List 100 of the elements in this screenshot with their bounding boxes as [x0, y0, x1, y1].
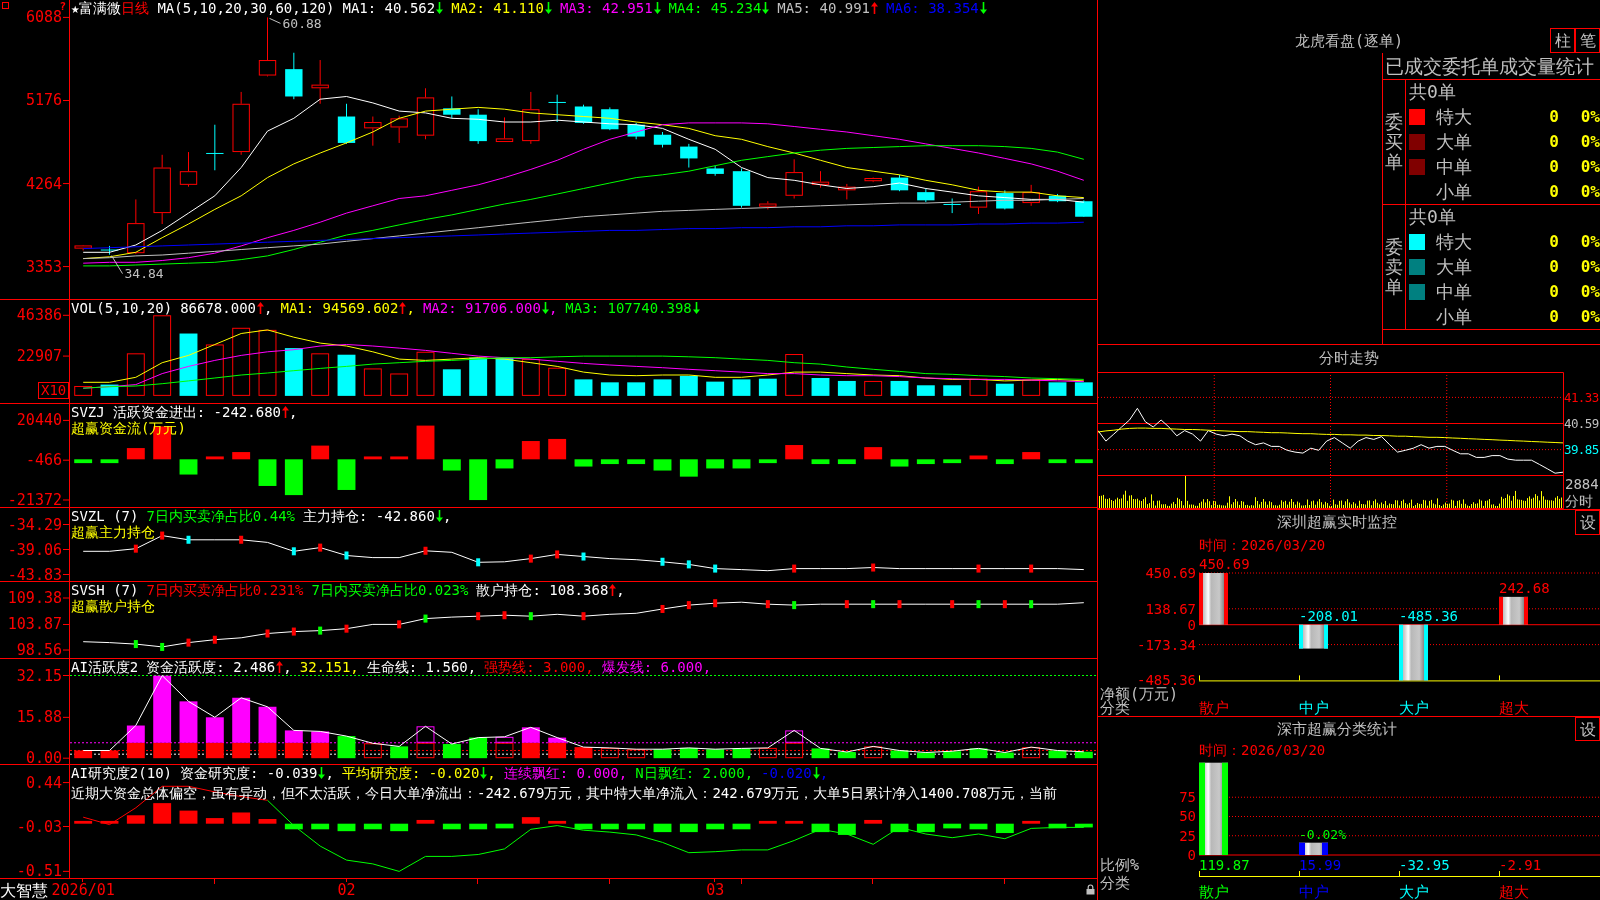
axis-label: 109.38: [7, 589, 62, 607]
legend-text: MA2: 41.110: [451, 0, 544, 16]
axis-label: 0: [1187, 847, 1196, 863]
total-text: 共0单: [1408, 205, 1457, 229]
candlestick: [838, 183, 856, 200]
candlestick: [1075, 199, 1093, 218]
category-label: 大户: [1399, 883, 1429, 900]
square-icon: [2, 2, 9, 9]
separator-text: ,: [487, 765, 496, 781]
legend-text: 散户持仓: 108.368: [476, 582, 609, 598]
separator-text: ,: [289, 404, 298, 420]
legend-text: 资金活跃度: 2.486: [146, 659, 276, 675]
category-label: 超大: [1499, 883, 1529, 900]
settings-button[interactable]: 设: [1575, 717, 1600, 741]
candlestick: [443, 96, 461, 119]
legend-text: MA2: 91706.000: [422, 300, 541, 316]
axis-title: 分类: [1100, 874, 1130, 892]
legend-text: 32.151,: [299, 659, 359, 675]
help-link[interactable]: ?: [59, 2, 66, 12]
value-label: 119.87: [1199, 857, 1250, 873]
candlestick: [522, 91, 540, 145]
axis-label: -0.03: [16, 817, 62, 836]
separator-text: ,: [406, 300, 415, 316]
candlestick: [943, 198, 961, 214]
subtitle-text: 时间：2026/03/20: [1199, 742, 1326, 758]
separator-text: ,: [548, 300, 558, 316]
candlestick: [495, 116, 514, 143]
axis-label: 6088: [25, 8, 62, 27]
axis-label: 98.56: [16, 641, 62, 658]
category-label: 中户: [1299, 699, 1329, 716]
value-label: 15.99: [1299, 857, 1342, 873]
panel-title: 龙虎看盘(逐单): [1294, 32, 1404, 50]
legend-text: MA1: 94569.602: [280, 300, 399, 316]
count-value: 0: [1548, 230, 1559, 253]
axis-label: 3353: [25, 257, 62, 276]
value-label: 242.68: [1499, 579, 1550, 596]
brand-text: 大智慧: [0, 881, 48, 900]
count-value: 0: [1548, 155, 1559, 178]
caption-text: 超赢主力持仓: [71, 524, 155, 540]
row-label: 大单: [1436, 130, 1473, 154]
price-annotation: 34.84: [111, 255, 164, 282]
unit-label: X10: [38, 382, 70, 399]
legend-text: N日飘红: 2.000,: [635, 765, 754, 781]
axis-label: -43.83: [7, 565, 62, 581]
bar: [1299, 624, 1328, 649]
bar: [1399, 624, 1428, 681]
percent-value: 0%: [1580, 180, 1600, 203]
legend-text: 活跃资金进出: -242.680: [112, 404, 281, 420]
legend-text: SVZL (7): [71, 508, 139, 524]
legend-text: SVSH (7): [71, 582, 139, 598]
row-label: 特大: [1436, 105, 1473, 129]
annotation: 60.88: [282, 15, 322, 31]
settings-button[interactable]: 设: [1575, 510, 1600, 535]
group-label: 委卖单: [1385, 237, 1403, 297]
candlestick: [390, 115, 408, 144]
value-label: 450.69: [1199, 556, 1250, 572]
candlestick: [258, 16, 277, 77]
candlestick: [627, 122, 645, 140]
legend-text: 强势线: 3.000,: [484, 659, 594, 675]
candlestick: [890, 174, 909, 192]
candlestick: [917, 188, 935, 203]
toggle-button[interactable]: 笔: [1575, 28, 1600, 53]
count-value: 0: [1548, 130, 1559, 153]
axis-label: 40.59: [1564, 416, 1599, 431]
axis-label: 39.85: [1564, 442, 1599, 458]
candlestick: [811, 170, 830, 189]
section-title: 深市超赢分类统计: [1275, 719, 1398, 740]
value-label: -208.01: [1299, 607, 1358, 624]
percent-value: 0%: [1580, 255, 1600, 278]
axis-label: 138.67: [1145, 600, 1196, 617]
percent-value: 0%: [1580, 130, 1600, 153]
value-label: -2.91: [1499, 857, 1542, 873]
axis-label: 32.15: [16, 666, 62, 685]
axis-label: -173.34: [1137, 636, 1196, 653]
row-label: 中单: [1436, 155, 1473, 179]
axis-label: 0.44: [25, 773, 62, 792]
candlestick: [364, 116, 382, 147]
legend-text: -0.020: [761, 765, 812, 781]
annotation-text: -0.02%: [1299, 826, 1346, 842]
toggle-button[interactable]: 柱: [1550, 28, 1575, 53]
section-title: 深圳超赢实时监控: [1275, 512, 1398, 533]
separator-text: ,: [283, 659, 292, 675]
candlestick: [127, 198, 145, 255]
legend-text: SVZJ: [71, 404, 105, 420]
annotation: 34.84: [124, 266, 164, 282]
candlestick: [706, 165, 724, 177]
axis-label: 75: [1179, 789, 1196, 806]
separator-text: ,: [264, 300, 273, 316]
legend-text: AI活跃度2: [71, 659, 139, 675]
legend-text: MA1: 40.562: [342, 0, 436, 16]
candlestick: [74, 244, 92, 251]
legend-text: 7日内买卖净占比0.023%: [311, 582, 469, 598]
axis-label: 25: [1179, 827, 1196, 844]
candlestick: [785, 158, 803, 199]
row-label: 大单: [1436, 255, 1473, 279]
price-annotation: 60.88: [269, 15, 322, 31]
legend-text: 连续飘红: 0.000,: [503, 765, 628, 781]
row-label: 小单: [1436, 180, 1473, 204]
row-label: 特大: [1436, 230, 1473, 254]
row-label: 小单: [1436, 305, 1473, 329]
